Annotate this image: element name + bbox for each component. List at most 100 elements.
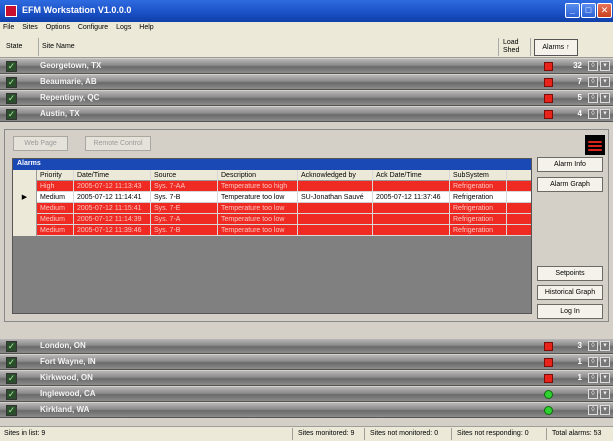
- close-button[interactable]: ✕: [597, 3, 612, 18]
- alarm-row[interactable]: High 2005-07-12 11:13:43 Sys. 7-AA Tempe…: [13, 181, 531, 192]
- state-column-header[interactable]: State: [6, 43, 22, 50]
- alarm-indicator-icon: [544, 358, 553, 367]
- alarm-row[interactable]: Medium 2005-07-12 11:14:39 Sys. 7-A Temp…: [13, 214, 531, 225]
- expand-icon[interactable]: ◊: [588, 389, 598, 399]
- expand-icon[interactable]: ◊: [588, 93, 598, 103]
- row-selector[interactable]: [13, 214, 37, 225]
- app-icon: [5, 5, 17, 17]
- ok-indicator-icon: [544, 390, 553, 399]
- col-priority[interactable]: Priority: [38, 170, 74, 181]
- menu-configure[interactable]: Configure: [75, 22, 111, 33]
- state-check-icon[interactable]: ✓: [6, 93, 17, 104]
- cell-datetime: 2005-07-12 11:14:41: [75, 192, 151, 203]
- expand-icon[interactable]: ◊: [588, 373, 598, 383]
- setpoints-button[interactable]: Setpoints: [537, 266, 603, 281]
- site-row-georgetown[interactable]: ✓ Georgetown, TX 32 ◊ ▾: [0, 59, 613, 74]
- title-bar[interactable]: EFM Workstation V1.0.0.0 _ □ ✕: [0, 0, 613, 22]
- expand-icon[interactable]: ◊: [588, 77, 598, 87]
- remote-control-button[interactable]: Remote Control: [85, 136, 151, 151]
- menu-file[interactable]: File: [0, 22, 17, 33]
- state-check-icon[interactable]: ✓: [6, 373, 17, 384]
- dropdown-icon[interactable]: ▾: [600, 61, 610, 71]
- cell-description: Temperature too low: [219, 203, 298, 214]
- site-row-inglewood[interactable]: ✓ Inglewood, CA ◊ ▾: [0, 387, 613, 402]
- alarm-info-button[interactable]: Alarm Info: [537, 157, 603, 172]
- status-sites-not-responding: Sites not responding: 0: [457, 430, 529, 437]
- alarm-count: 32: [573, 61, 582, 70]
- site-name-column-header[interactable]: Site Name: [42, 43, 75, 50]
- expand-icon[interactable]: ◊: [588, 357, 598, 367]
- row-selector[interactable]: [13, 203, 37, 214]
- dropdown-icon[interactable]: ▾: [600, 77, 610, 87]
- site-row-london[interactable]: ✓ London, ON 3 ◊ ▾: [0, 339, 613, 354]
- status-total-alarms: Total alarms: 53: [552, 430, 602, 437]
- alarm-row[interactable]: Medium 2005-07-12 11:15:41 Sys. 7-E Temp…: [13, 203, 531, 214]
- col-subsystem[interactable]: SubSystem: [451, 170, 507, 181]
- expand-icon[interactable]: ◊: [588, 109, 598, 119]
- menu-help[interactable]: Help: [136, 22, 156, 33]
- alarm-indicator-icon: [544, 94, 553, 103]
- cell-ack-datetime: [374, 225, 450, 236]
- dropdown-icon[interactable]: ▾: [600, 109, 610, 119]
- state-check-icon[interactable]: ✓: [6, 77, 17, 88]
- site-name: Repentigny, QC: [40, 93, 100, 102]
- site-detail-panel: Web Page Remote Control Alarms Priority …: [4, 129, 609, 322]
- web-page-button[interactable]: Web Page: [13, 136, 68, 151]
- col-datetime[interactable]: Date/Time: [75, 170, 151, 181]
- dropdown-icon[interactable]: ▾: [600, 373, 610, 383]
- load-shed-header-line2: Shed: [503, 47, 520, 54]
- alarm-row[interactable]: Medium 2005-07-12 11:39:46 Sys. 7-B Temp…: [13, 225, 531, 236]
- cell-source: Sys. 7-A: [152, 214, 218, 225]
- load-shed-header-line1: Load: [503, 39, 519, 46]
- alarms-column-header[interactable]: Alarms ↑: [534, 39, 578, 56]
- menu-options[interactable]: Options: [43, 22, 73, 33]
- cell-priority: Medium: [38, 203, 74, 214]
- state-check-icon[interactable]: ✓: [6, 109, 17, 120]
- expand-icon[interactable]: ◊: [588, 341, 598, 351]
- alarm-indicator-icon: [544, 78, 553, 87]
- row-selector-arrow-icon[interactable]: ▶: [13, 192, 37, 203]
- site-row-beaumarie[interactable]: ✓ Beaumarie, AB 7 ◊ ▾: [0, 75, 613, 90]
- site-row-austin[interactable]: ✓ Austin, TX 4 ◊ ▾: [0, 107, 613, 122]
- state-check-icon[interactable]: ✓: [6, 357, 17, 368]
- cell-datetime: 2005-07-12 11:14:39: [75, 214, 151, 225]
- col-description[interactable]: Description: [219, 170, 298, 181]
- cell-description: Temperature too low: [219, 214, 298, 225]
- dropdown-icon[interactable]: ▾: [600, 357, 610, 367]
- dropdown-icon[interactable]: ▾: [600, 389, 610, 399]
- maximize-button[interactable]: □: [581, 3, 596, 18]
- site-row-repentigny[interactable]: ✓ Repentigny, QC 5 ◊ ▾: [0, 91, 613, 106]
- site-row-kirkwood[interactable]: ✓ Kirkwood, ON 1 ◊ ▾: [0, 371, 613, 386]
- expand-icon[interactable]: ◊: [588, 405, 598, 415]
- alarm-count: 4: [577, 109, 582, 118]
- menu-sites[interactable]: Sites: [19, 22, 41, 33]
- efm-workstation-window: EFM Workstation V1.0.0.0 _ □ ✕ File Site…: [0, 0, 613, 441]
- brand-logo-icon: [585, 135, 605, 155]
- state-check-icon[interactable]: ✓: [6, 61, 17, 72]
- col-ack-datetime[interactable]: Ack Date/Time: [374, 170, 450, 181]
- site-row-fort-wayne[interactable]: ✓ Fort Wayne, IN 1 ◊ ▾: [0, 355, 613, 370]
- state-check-icon[interactable]: ✓: [6, 341, 17, 352]
- col-source[interactable]: Source: [152, 170, 218, 181]
- site-row-kirkland[interactable]: ✓ Kirkland, WA ◊ ▾: [0, 403, 613, 418]
- state-check-icon[interactable]: ✓: [6, 405, 17, 416]
- historical-graph-button[interactable]: Historical Graph: [537, 285, 603, 300]
- row-selector[interactable]: [13, 225, 37, 236]
- alarm-indicator-icon: [544, 342, 553, 351]
- alarm-graph-button[interactable]: Alarm Graph: [537, 177, 603, 192]
- alarm-indicator-icon: [544, 62, 553, 71]
- cell-priority: Medium: [38, 225, 74, 236]
- cell-description: Temperature too high: [219, 181, 298, 192]
- menu-logs[interactable]: Logs: [113, 22, 134, 33]
- dropdown-icon[interactable]: ▾: [600, 405, 610, 415]
- expand-icon[interactable]: ◊: [588, 61, 598, 71]
- dropdown-icon[interactable]: ▾: [600, 341, 610, 351]
- row-selector[interactable]: [13, 181, 37, 192]
- log-in-button[interactable]: Log In: [537, 304, 603, 319]
- alarm-count: 5: [577, 93, 582, 102]
- col-acknowledged-by[interactable]: Acknowledged by: [299, 170, 373, 181]
- minimize-button[interactable]: _: [565, 3, 580, 18]
- state-check-icon[interactable]: ✓: [6, 389, 17, 400]
- alarm-row-selected[interactable]: ▶ Medium 2005-07-12 11:14:41 Sys. 7-B Te…: [13, 192, 531, 203]
- dropdown-icon[interactable]: ▾: [600, 93, 610, 103]
